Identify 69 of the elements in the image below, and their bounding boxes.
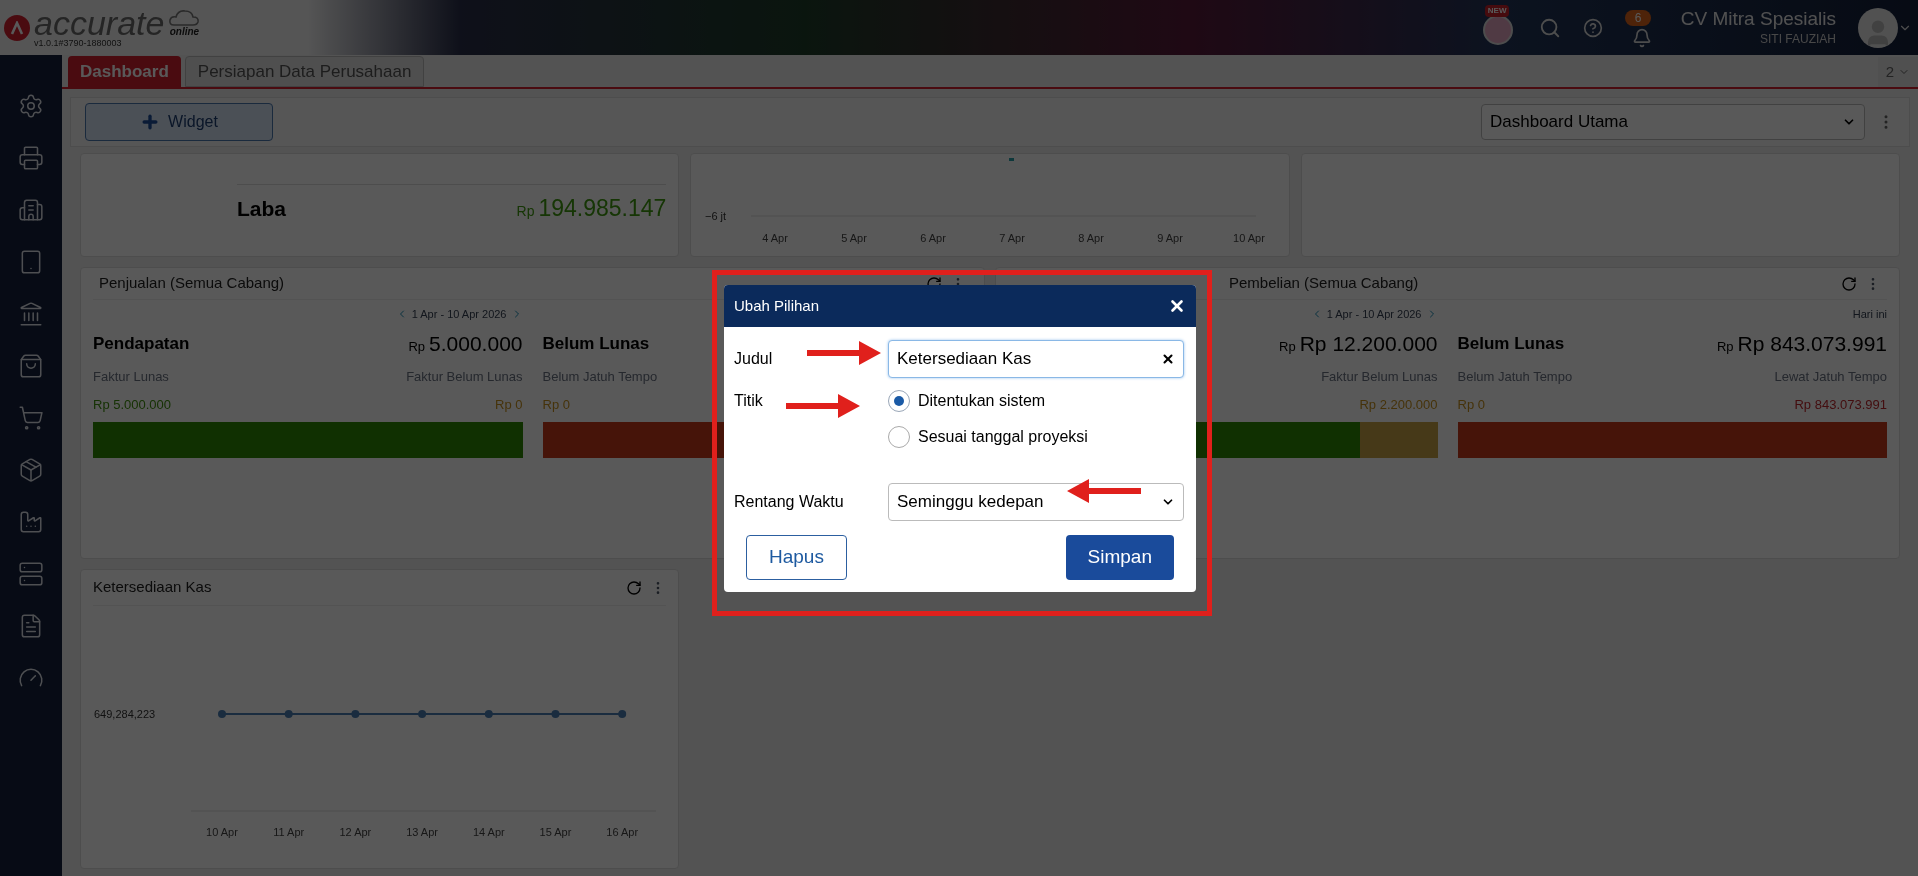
currency-label: Rp (1279, 338, 1296, 357)
period-label: Hari ini (1852, 306, 1887, 322)
amount-value: 5.000.000 (429, 331, 523, 358)
field-label: Judul (734, 350, 773, 367)
factory-icon[interactable] (18, 509, 44, 535)
cart-icon[interactable] (18, 405, 44, 431)
radio-option[interactable]: Sesuai tanggal proyeksi (888, 425, 1088, 449)
chart-drawing: −6 jt 4 Apr 5 Apr 6 Apr 7 Apr 8 Apr 9 Apr 10 Apr (691, 154, 1272, 254)
currency-label: Rp (516, 202, 535, 222)
axis-label: 11 Apr (273, 826, 305, 838)
dialog-title: Ubah Pilihan (734, 295, 820, 316)
axis-label: 10 Apr (206, 826, 238, 838)
status-amount: Rp 0 (542, 396, 570, 415)
notification-badge: 6 (1624, 9, 1652, 26)
axis-label: 15 Apr (539, 826, 572, 838)
save-button[interactable]: Simpan (1065, 535, 1174, 580)
server-icon[interactable] (18, 561, 44, 587)
mascot-icon[interactable] (1482, 14, 1513, 45)
version-label: v1.0.1#3790-1880003 (34, 37, 123, 48)
axis-label: 14 Apr (472, 826, 505, 838)
profit-label: Laba (237, 195, 286, 222)
printer-icon[interactable] (18, 145, 44, 171)
currency-label: Rp (408, 338, 426, 357)
delete-button[interactable]: Hapus (746, 535, 847, 580)
status-amount: Rp 2.200.000 (1359, 396, 1438, 415)
logo-mark (4, 14, 30, 41)
gear-icon[interactable] (18, 93, 44, 119)
user-name: SITI FAUZIAH (1760, 30, 1836, 48)
clear-icon[interactable] (1161, 352, 1175, 366)
block-title: Pendapatan (93, 333, 190, 356)
currency-label: Rp (1716, 338, 1734, 357)
help-icon[interactable] (1582, 17, 1603, 38)
refresh-icon[interactable] (626, 579, 643, 596)
field-label: Rentang Waktu (734, 493, 844, 510)
axis-label: 649,284,223 (94, 708, 156, 720)
cloud-icon (168, 8, 201, 27)
axis-label: 13 Apr (406, 826, 438, 838)
search-icon[interactable] (1538, 16, 1561, 39)
status-amount: Rp 843.073.991 (1794, 396, 1887, 415)
axis-label: 16 Apr (606, 826, 639, 838)
profit-value: 194.985.147 (538, 194, 667, 224)
field-label: Titik (734, 392, 763, 409)
close-icon[interactable] (1168, 297, 1186, 315)
bank-icon[interactable] (18, 301, 44, 327)
card-title: Pembelian (Semua Cabang) (1229, 273, 1419, 294)
logo-subtext: online (169, 26, 200, 37)
block-title: Belum Lunas (542, 333, 650, 356)
amount-value: Rp 843.073.991 (1737, 331, 1887, 358)
avatar[interactable] (1858, 7, 1898, 48)
bag-icon[interactable] (18, 353, 44, 379)
package-icon[interactable] (18, 457, 44, 483)
refresh-icon[interactable] (1841, 275, 1857, 292)
block-title: Belum Lunas (1457, 333, 1565, 356)
period-select[interactable]: Seminggu kedepan (888, 483, 1184, 521)
new-badge: NEW (1484, 4, 1510, 17)
status-amount: Rp 5.000.000 (93, 396, 172, 415)
radio-option[interactable]: Ditentukan sistem (888, 389, 1088, 413)
status-amount: Rp 0 (495, 396, 523, 415)
status-amount: Rp 0 (1457, 396, 1485, 415)
bell-icon[interactable] (1631, 27, 1652, 48)
card-title: Ketersediaan Kas (93, 577, 212, 598)
period-label: 1 Apr - 10 Apr 2026 (1326, 306, 1422, 322)
building-icon[interactable] (18, 197, 44, 223)
company-name: CV Mitra Spesialis (1680, 7, 1836, 30)
axis-label: 12 Apr (339, 826, 372, 838)
period-label: 1 Apr - 10 Apr 2026 (411, 306, 507, 322)
amount-value: Rp 12.200.000 (1299, 331, 1438, 358)
title-input[interactable]: Ketersediaan Kas (888, 340, 1184, 378)
card-title: Penjualan (Semua Cabang) (99, 273, 285, 294)
